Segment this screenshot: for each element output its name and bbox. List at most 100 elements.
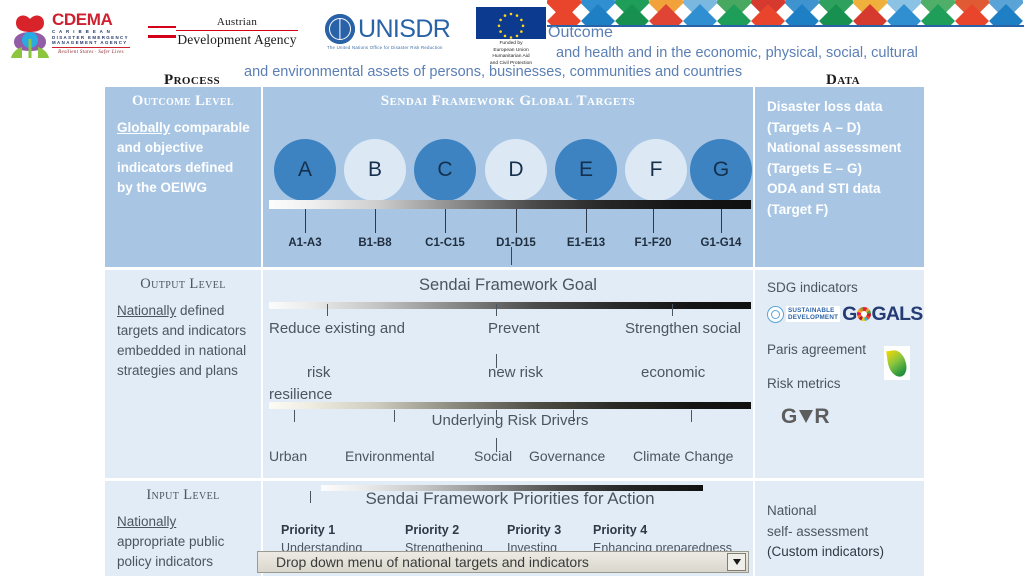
dropdown-toggle-button[interactable] xyxy=(727,553,746,571)
input-data-list: National self- assessment (Custom indica… xyxy=(755,481,924,563)
output-goal-cell: Sendai Framework Goal Reduce existing an… xyxy=(261,270,755,478)
goal-tick-1 xyxy=(327,304,328,316)
sdg-un-emblem-icon xyxy=(767,305,784,323)
goal-tick-3 xyxy=(672,304,673,316)
output-level-row: Output Level Nationally defined targets … xyxy=(105,270,924,478)
risk-metrics-leaf-icon xyxy=(884,346,910,380)
input-data-item-0: National xyxy=(767,503,817,518)
ada-flag-icon xyxy=(148,24,176,41)
tick-label-b: B1-B8 xyxy=(358,237,392,249)
goal-item-3: new risk xyxy=(488,364,544,381)
ghost-line3-text: and environmental assets of persons, bus… xyxy=(244,64,743,80)
eu-funding-logo: Funded by European Union Humanitarian Aid a… xyxy=(476,7,546,67)
gar-triangle-icon xyxy=(799,410,814,423)
outcome-data-item-5: (Target F) xyxy=(767,201,829,217)
driver-social: Social xyxy=(474,448,513,464)
target-circle-f[interactable]: F xyxy=(625,139,687,201)
goal-tick-2 xyxy=(496,304,497,316)
unisdr-wordmark: UNISDR xyxy=(358,15,451,43)
tick-label-d: D1-D15 xyxy=(496,237,536,249)
outcome-process-cell: Outcome Level Globally comparable and ob… xyxy=(105,87,261,267)
input-desc-rest: appropriate public policy indicators xyxy=(117,534,225,569)
outcome-desc-underlined: Globally xyxy=(117,120,171,135)
target-circle-g[interactable]: G xyxy=(690,139,752,201)
decorative-hex-banner xyxy=(547,0,1024,25)
tick-label-e: E1-E13 xyxy=(566,237,606,249)
cdema-tagline: Resilient States · Safer Lives xyxy=(58,49,124,55)
ada-line2: Development Agency xyxy=(177,31,297,47)
goal-gradient-bar xyxy=(269,302,751,309)
drivers-gradient-bar xyxy=(269,402,751,409)
hex-banner-underline xyxy=(547,25,1024,27)
ghost-outcome-text: Outcome xyxy=(548,24,613,41)
output-data-list: SDG indicators xyxy=(755,270,924,299)
priority-3: Priority 3 Investing xyxy=(507,521,561,555)
cdema-wordmark: CDEMA xyxy=(52,10,113,29)
outcome-level-description: Globally comparable and objective indica… xyxy=(105,110,261,198)
outcome-data-item-2: National assessment xyxy=(767,140,902,155)
priority-1-name: Priority 1 xyxy=(281,523,336,537)
ghost-line2-text: and health and in the economic, physical… xyxy=(556,45,918,61)
priority-2: Priority 2 Strengthening xyxy=(405,521,483,555)
goal-item-1: risk xyxy=(307,364,331,381)
target-circle-b[interactable]: B xyxy=(344,139,406,201)
chevron-down-icon xyxy=(732,559,741,565)
cdema-subtitle: C A R I B B E A N DISASTER EMERGENCY MANAG… xyxy=(52,29,129,46)
sdg-color-wheel-icon xyxy=(857,307,872,321)
driver-environmental: Environmental xyxy=(345,448,435,464)
tick-label-g: G1-G14 xyxy=(700,237,742,249)
goal-item-5: economic xyxy=(641,364,706,381)
eu-flag-icon xyxy=(476,7,546,39)
global-targets-title: Sendai Framework Global Targets xyxy=(380,93,636,109)
tick-d xyxy=(516,209,517,233)
priority-1: Priority 1 Understanding xyxy=(281,521,362,555)
sdg-goals-wordmark: G GALS xyxy=(842,302,923,325)
priority-4: Priority 4 Enhancing preparedness xyxy=(593,521,732,555)
cdema-logo: CDEMA C A R I B B E A N DISASTER EMERGENC… xyxy=(6,9,130,63)
cdema-flower-icon xyxy=(11,15,49,58)
output-level-description: Nationally defined targets and indicator… xyxy=(105,293,261,381)
ada-line1: Austrian xyxy=(216,16,258,28)
driver-urban: Urban xyxy=(269,448,308,464)
tick-b xyxy=(375,209,376,233)
tick-g xyxy=(721,209,722,233)
outcome-data-item-0: Disaster loss data xyxy=(767,99,883,114)
slide-canvas: CDEMA C A R I B B E A N DISASTER EMERGENC… xyxy=(0,0,1024,576)
target-circle-e[interactable]: E xyxy=(555,139,617,201)
priority-3-name: Priority 3 xyxy=(507,523,562,537)
tick-c xyxy=(445,209,446,233)
outcome-targets-cell: Sendai Framework Global Targets A B C D … xyxy=(261,87,755,267)
input-level-description: Nationally appropriate public policy ind… xyxy=(105,504,261,572)
input-level-title: Input Level xyxy=(146,487,220,503)
priorities-title: Sendai Framework Priorities for Action xyxy=(365,489,655,508)
goal-item-4: Strengthen social xyxy=(625,320,741,337)
tick-label-f: F1-F20 xyxy=(634,237,672,249)
sendai-goal-title: Sendai Framework Goal xyxy=(419,276,597,294)
dropdown-selected-value[interactable]: Drop down menu of national targets and i… xyxy=(258,554,727,570)
sdg-indicators-label: SDG indicators xyxy=(767,280,858,295)
priority-2-name: Priority 2 xyxy=(405,523,460,537)
framework-grid: Outcome Level Globally comparable and ob… xyxy=(105,87,924,576)
outcome-gradient-bar xyxy=(269,200,751,209)
outcome-level-title: Outcome Level xyxy=(131,93,234,109)
input-data-cell: National self- assessment (Custom indica… xyxy=(755,481,924,576)
tick-label-a: A1-A3 xyxy=(288,237,322,249)
outcome-level-row: Outcome Level Globally comparable and ob… xyxy=(105,87,924,267)
priority-4-name: Priority 4 xyxy=(593,523,648,537)
target-circle-a[interactable]: A xyxy=(274,139,336,201)
national-targets-dropdown[interactable]: Drop down menu of national targets and i… xyxy=(257,551,749,573)
output-desc-underlined: Nationally xyxy=(117,303,177,318)
output-level-title: Output Level xyxy=(140,276,226,292)
tick-a xyxy=(305,209,306,233)
tick-e xyxy=(586,209,587,233)
input-data-item-2: (Custom indicators) xyxy=(767,544,885,559)
goal-item-0: Reduce existing and xyxy=(269,320,405,337)
sdg-logo: SUSTAINABLE DEVELOPMENT G GALS xyxy=(767,303,924,326)
target-circle-c[interactable]: C xyxy=(414,139,476,201)
goal-item-2: Prevent xyxy=(488,320,540,337)
unisdr-subtitle: The United Nations Office for Disaster R… xyxy=(327,45,443,50)
target-circle-d[interactable]: D xyxy=(485,139,547,201)
cdema-divider xyxy=(52,46,130,48)
outcome-data-cell: Disaster loss data (Targets A – D) Natio… xyxy=(755,87,924,267)
goal-item-1b: resilience xyxy=(269,386,333,403)
